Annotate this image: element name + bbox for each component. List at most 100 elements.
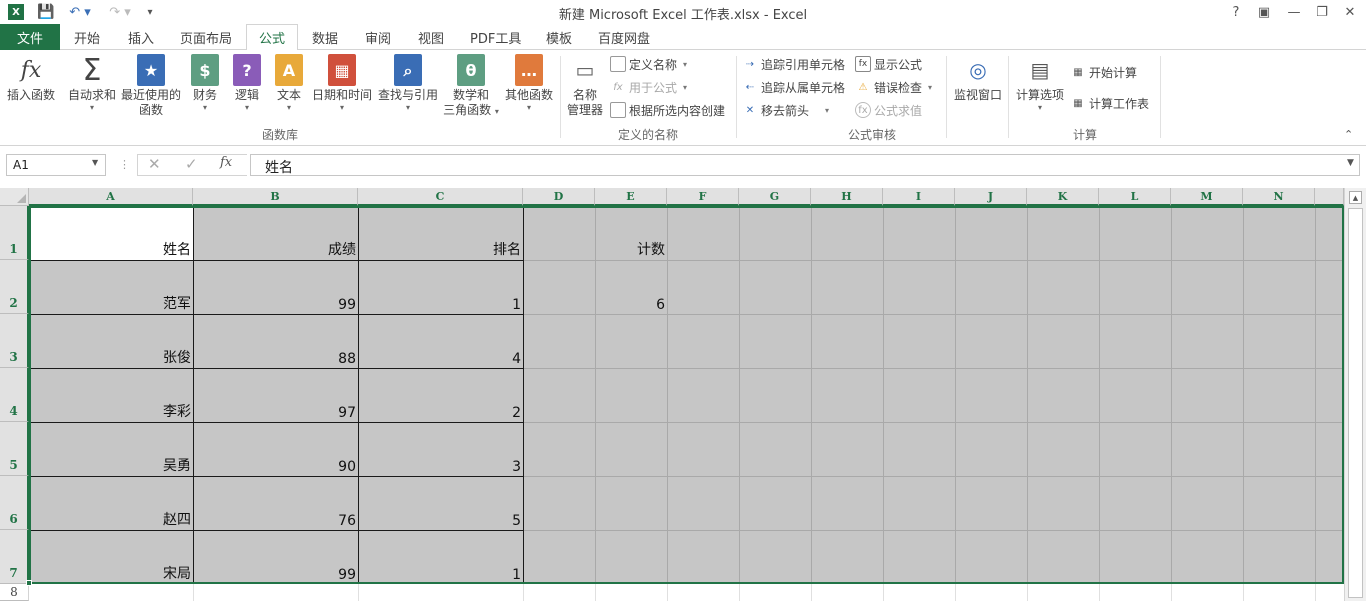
- column-header-n[interactable]: N: [1243, 188, 1315, 206]
- watch-window-button[interactable]: ◎ 监视窗口: [950, 54, 1006, 103]
- column-header-j[interactable]: J: [955, 188, 1027, 206]
- title-bar: X 💾 ↶ ▾ ↷ ▾ ▾ 新建 Microsoft Excel 工作表.xls…: [0, 0, 1366, 24]
- tab-home[interactable]: 开始: [62, 24, 112, 50]
- select-all-button[interactable]: [0, 188, 29, 206]
- math-trig-button[interactable]: θ 数学和 三角函数 ▾: [440, 54, 502, 118]
- column-header-c[interactable]: C: [358, 188, 523, 206]
- minimize-button[interactable]: —: [1280, 0, 1308, 24]
- excel-app-icon[interactable]: X: [6, 2, 26, 22]
- close-button[interactable]: ✕: [1336, 0, 1364, 24]
- insert-function-icon[interactable]: fx: [220, 155, 232, 170]
- calculator-icon: ▤: [1030, 57, 1050, 82]
- scroll-up-icon[interactable]: ▲: [1349, 191, 1362, 204]
- column-header-d[interactable]: D: [523, 188, 595, 206]
- evaluate-icon: fx: [855, 102, 871, 118]
- tab-templates[interactable]: 模板: [534, 24, 584, 50]
- help-button[interactable]: ?: [1222, 0, 1250, 24]
- column-header-o[interactable]: [1315, 188, 1344, 206]
- financial-button[interactable]: $ 财务 ▾: [188, 54, 222, 113]
- text-button[interactable]: A 文本 ▾: [272, 54, 306, 113]
- row-header-7[interactable]: 7: [0, 530, 29, 584]
- tab-pdf-tools[interactable]: PDF工具: [458, 24, 533, 50]
- column-header-e[interactable]: E: [595, 188, 667, 206]
- cell-area[interactable]: 姓名 成绩 排名 计数 范军 99 1 6 张俊 88 4 李彩 97 2 吴勇…: [26, 206, 1344, 601]
- cancel-icon[interactable]: ✕: [148, 155, 161, 173]
- tag-icon: [610, 56, 626, 72]
- fill-handle[interactable]: [26, 580, 32, 586]
- column-header-a[interactable]: A: [29, 188, 193, 206]
- column-header-i[interactable]: I: [883, 188, 955, 206]
- customize-qat-icon[interactable]: ▾: [142, 2, 158, 22]
- star-book-icon: ★: [137, 54, 165, 86]
- date-time-button[interactable]: ▦ 日期和时间 ▾: [310, 54, 374, 113]
- scrollbar-thumb[interactable]: [1348, 208, 1363, 598]
- lookup-reference-button[interactable]: ⌕ 查找与引用 ▾: [376, 54, 440, 113]
- remove-arrows-button[interactable]: ✕ 移去箭头 ▾: [742, 100, 829, 120]
- row-header-1[interactable]: 1: [0, 206, 29, 260]
- column-header-m[interactable]: M: [1171, 188, 1243, 206]
- error-checking-button[interactable]: ⚠ 错误检查 ▾: [855, 77, 933, 97]
- show-formulas-button[interactable]: fx 显示公式: [855, 54, 922, 74]
- dropdown-arrow-icon: ▾: [89, 103, 94, 112]
- tab-baidu-netdisk[interactable]: 百度网盘: [586, 24, 662, 50]
- redo-icon[interactable]: ↷ ▾: [106, 2, 134, 22]
- autosum-button[interactable]: Σ 自动求和 ▾: [66, 54, 118, 113]
- column-header-l[interactable]: L: [1099, 188, 1171, 206]
- more-functions-button[interactable]: … 其他函数 ▾: [502, 54, 556, 113]
- restore-button[interactable]: ❐: [1308, 0, 1336, 24]
- group-separator: [1160, 56, 1161, 138]
- recently-used-button[interactable]: ★ 最近使用的 函数: [120, 54, 182, 118]
- coins-icon: $: [191, 54, 219, 86]
- define-name-button[interactable]: 定义名称 ▾: [610, 54, 687, 74]
- row-header-3[interactable]: 3: [0, 314, 29, 368]
- selection-border: [29, 206, 1344, 584]
- calculate-now-button[interactable]: ▦ 开始计算: [1070, 62, 1137, 82]
- column-header-k[interactable]: K: [1027, 188, 1099, 206]
- tab-review[interactable]: 审阅: [353, 24, 403, 50]
- sigma-icon: Σ: [82, 52, 102, 88]
- logical-button[interactable]: ? 逻辑 ▾: [230, 54, 264, 113]
- name-box[interactable]: A1: [6, 154, 106, 176]
- tab-insert[interactable]: 插入: [116, 24, 166, 50]
- column-header-b[interactable]: B: [193, 188, 358, 206]
- vertical-scrollbar[interactable]: ▲: [1344, 188, 1366, 601]
- create-from-selection-button[interactable]: 根据所选内容创建: [610, 100, 725, 120]
- formula-bar-grip-icon[interactable]: ⋮: [119, 158, 130, 171]
- use-in-formula-button[interactable]: fx 用于公式 ▾: [610, 77, 687, 97]
- worksheet-grid: A B C D E F G H I J K L M N 1 2 3 4 5 6 …: [0, 188, 1366, 601]
- name-manager-button[interactable]: ▭ 名称 管理器: [564, 54, 606, 118]
- calculate-sheet-button[interactable]: ▦ 计算工作表: [1070, 93, 1149, 113]
- insert-function-button[interactable]: fx 插入函数: [4, 54, 58, 103]
- trace-dependents-button[interactable]: ⇠ 追踪从属单元格: [742, 77, 845, 97]
- tab-view[interactable]: 视图: [406, 24, 456, 50]
- text-book-icon: A: [275, 54, 303, 86]
- theta-book-icon: θ: [457, 54, 485, 86]
- tab-page-layout[interactable]: 页面布局: [168, 24, 244, 50]
- tab-data[interactable]: 数据: [300, 24, 350, 50]
- evaluate-formula-button[interactable]: fx 公式求值: [855, 100, 922, 120]
- row-header-5[interactable]: 5: [0, 422, 29, 476]
- expand-formula-bar-icon[interactable]: ▼: [1347, 158, 1354, 168]
- row-header-8[interactable]: 8: [0, 584, 29, 601]
- trace-dependents-icon: ⇠: [745, 81, 755, 93]
- row-header-6[interactable]: 6: [0, 476, 29, 530]
- column-header-h[interactable]: H: [811, 188, 883, 206]
- collapse-ribbon-icon[interactable]: ⌃: [1344, 128, 1353, 141]
- tab-file[interactable]: 文件: [0, 24, 60, 50]
- column-header-f[interactable]: F: [667, 188, 739, 206]
- formula-input[interactable]: 姓名: [250, 154, 1360, 176]
- ribbon-display-options-button[interactable]: ▣: [1250, 0, 1278, 24]
- name-box-dropdown-icon[interactable]: ▼: [92, 158, 98, 167]
- trace-precedents-button[interactable]: ⇢ 追踪引用单元格: [742, 54, 845, 74]
- row-header-4[interactable]: 4: [0, 368, 29, 422]
- save-icon[interactable]: 💾: [36, 2, 56, 22]
- undo-icon[interactable]: ↶ ▾: [66, 2, 94, 22]
- calculation-options-button[interactable]: ▤ 计算选项 ▾: [1012, 54, 1068, 113]
- column-header-g[interactable]: G: [739, 188, 811, 206]
- tab-formulas[interactable]: 公式: [246, 24, 299, 51]
- row-header-2[interactable]: 2: [0, 260, 29, 314]
- show-formulas-icon: fx: [855, 56, 871, 72]
- grid-select-icon: [610, 102, 626, 118]
- enter-icon[interactable]: ✓: [185, 155, 198, 173]
- magnifier-book-icon: ⌕: [394, 54, 422, 86]
